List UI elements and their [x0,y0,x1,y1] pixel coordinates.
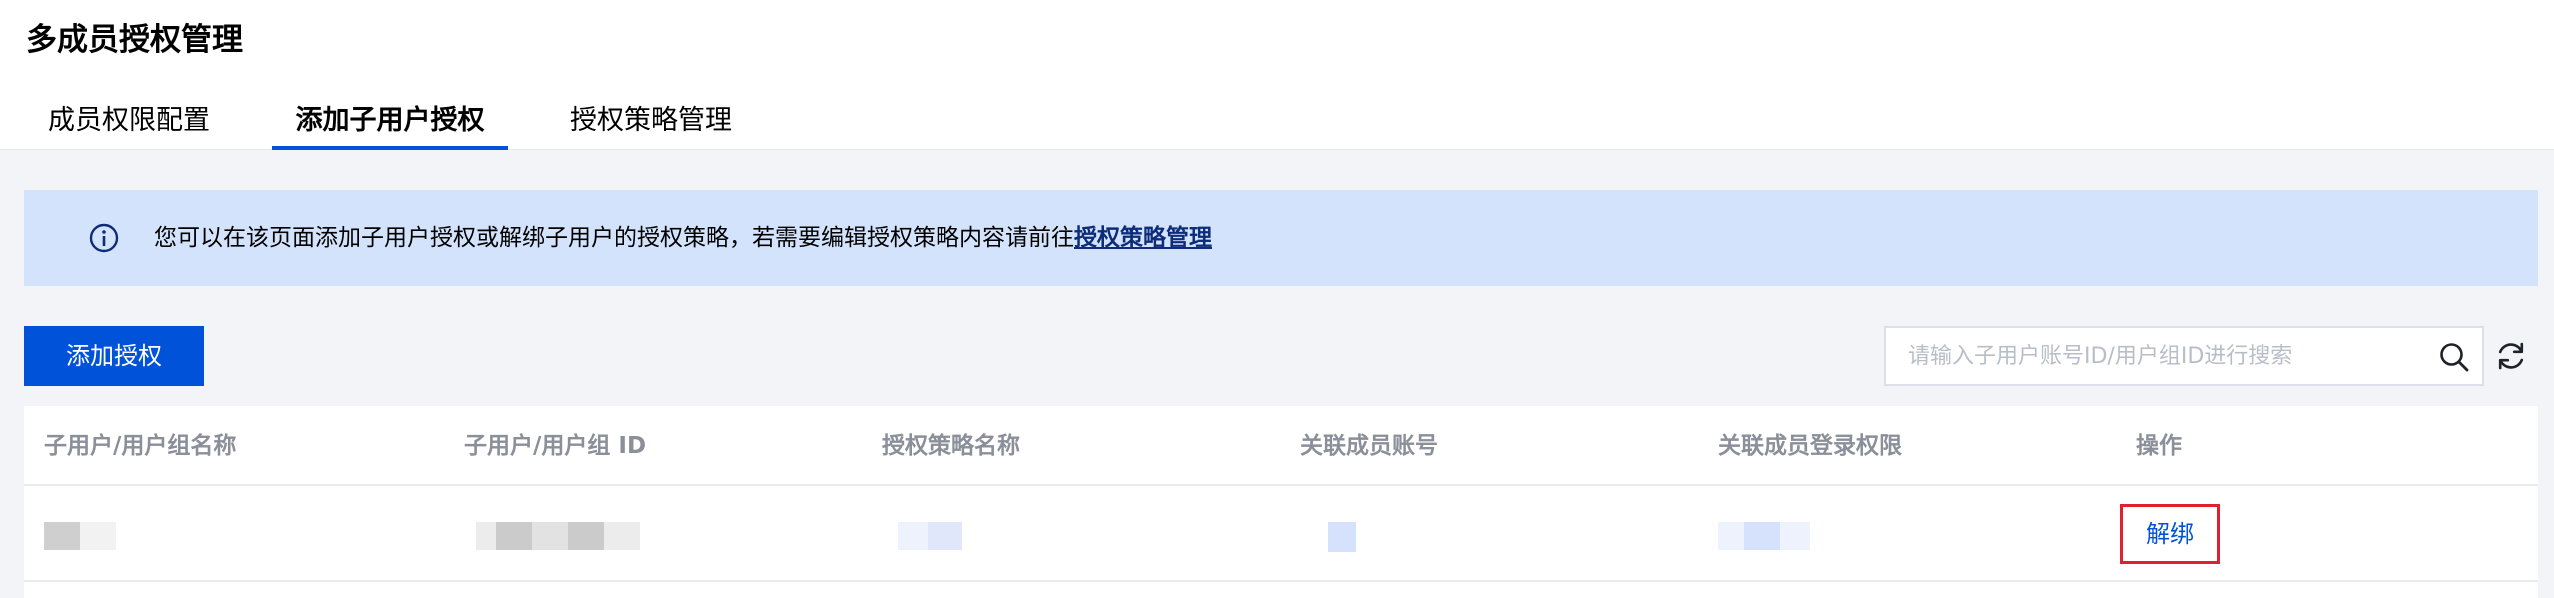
redacted-block [80,522,116,550]
redacted-block [1780,522,1810,550]
column-header-policy-name: 授权策略名称 [882,433,1020,459]
tab-bar: 成员权限配置 添加子用户授权 授权策略管理 [0,98,800,150]
redacted-block [898,522,928,550]
page-title: 多成员授权管理 [26,22,243,58]
redacted-block [928,522,962,550]
add-authorization-button[interactable]: 添加授权 [24,326,204,386]
search-box [1884,326,2484,386]
redacted-block [496,522,532,550]
column-header-action: 操作 [2136,433,2182,459]
authorization-table: 子用户/用户组名称 子用户/用户组 ID 授权策略名称 关联成员账号 关联成员登… [24,406,2538,598]
policy-management-link[interactable]: 授权策略管理 [1074,225,1212,251]
info-circle-icon [89,223,119,253]
notice-message: 您可以在该页面添加子用户授权或解绑子用户的授权策略，若需要编辑授权策略内容请前往… [154,218,1212,258]
redacted-block [476,522,496,550]
redacted-block [532,522,568,550]
column-header-id: 子用户/用户组 ID [464,433,647,459]
table-header: 子用户/用户组名称 子用户/用户组 ID 授权策略名称 关联成员账号 关联成员登… [24,406,2538,486]
tab-authorization-policy-management[interactable]: 授权策略管理 [556,98,746,150]
redacted-block [1328,522,1356,552]
search-icon[interactable] [2438,341,2470,373]
redacted-block [604,522,640,550]
redacted-block [1744,522,1780,550]
column-header-name: 子用户/用户组名称 [44,433,237,459]
refresh-icon[interactable] [2494,339,2528,373]
page-header: 多成员授权管理 成员权限配置 添加子用户授权 授权策略管理 [0,0,2554,150]
redacted-block [568,522,604,550]
search-input[interactable] [1886,328,2416,384]
redacted-block [44,522,80,550]
tab-add-subuser-authorization[interactable]: 添加子用户授权 [272,98,508,150]
notice-text: 您可以在该页面添加子用户授权或解绑子用户的授权策略，若需要编辑授权策略内容请前往 [154,225,1074,251]
tab-member-permission-config[interactable]: 成员权限配置 [34,98,224,150]
info-notice: 您可以在该页面添加子用户授权或解绑子用户的授权策略，若需要编辑授权策略内容请前往… [24,190,2538,286]
unbind-button[interactable]: 解绑 [2120,504,2220,564]
table-row: 解绑 [24,486,2538,582]
column-header-member-account: 关联成员账号 [1300,433,1438,459]
redacted-block [1718,522,1744,550]
column-header-login-permission: 关联成员登录权限 [1718,433,1902,459]
